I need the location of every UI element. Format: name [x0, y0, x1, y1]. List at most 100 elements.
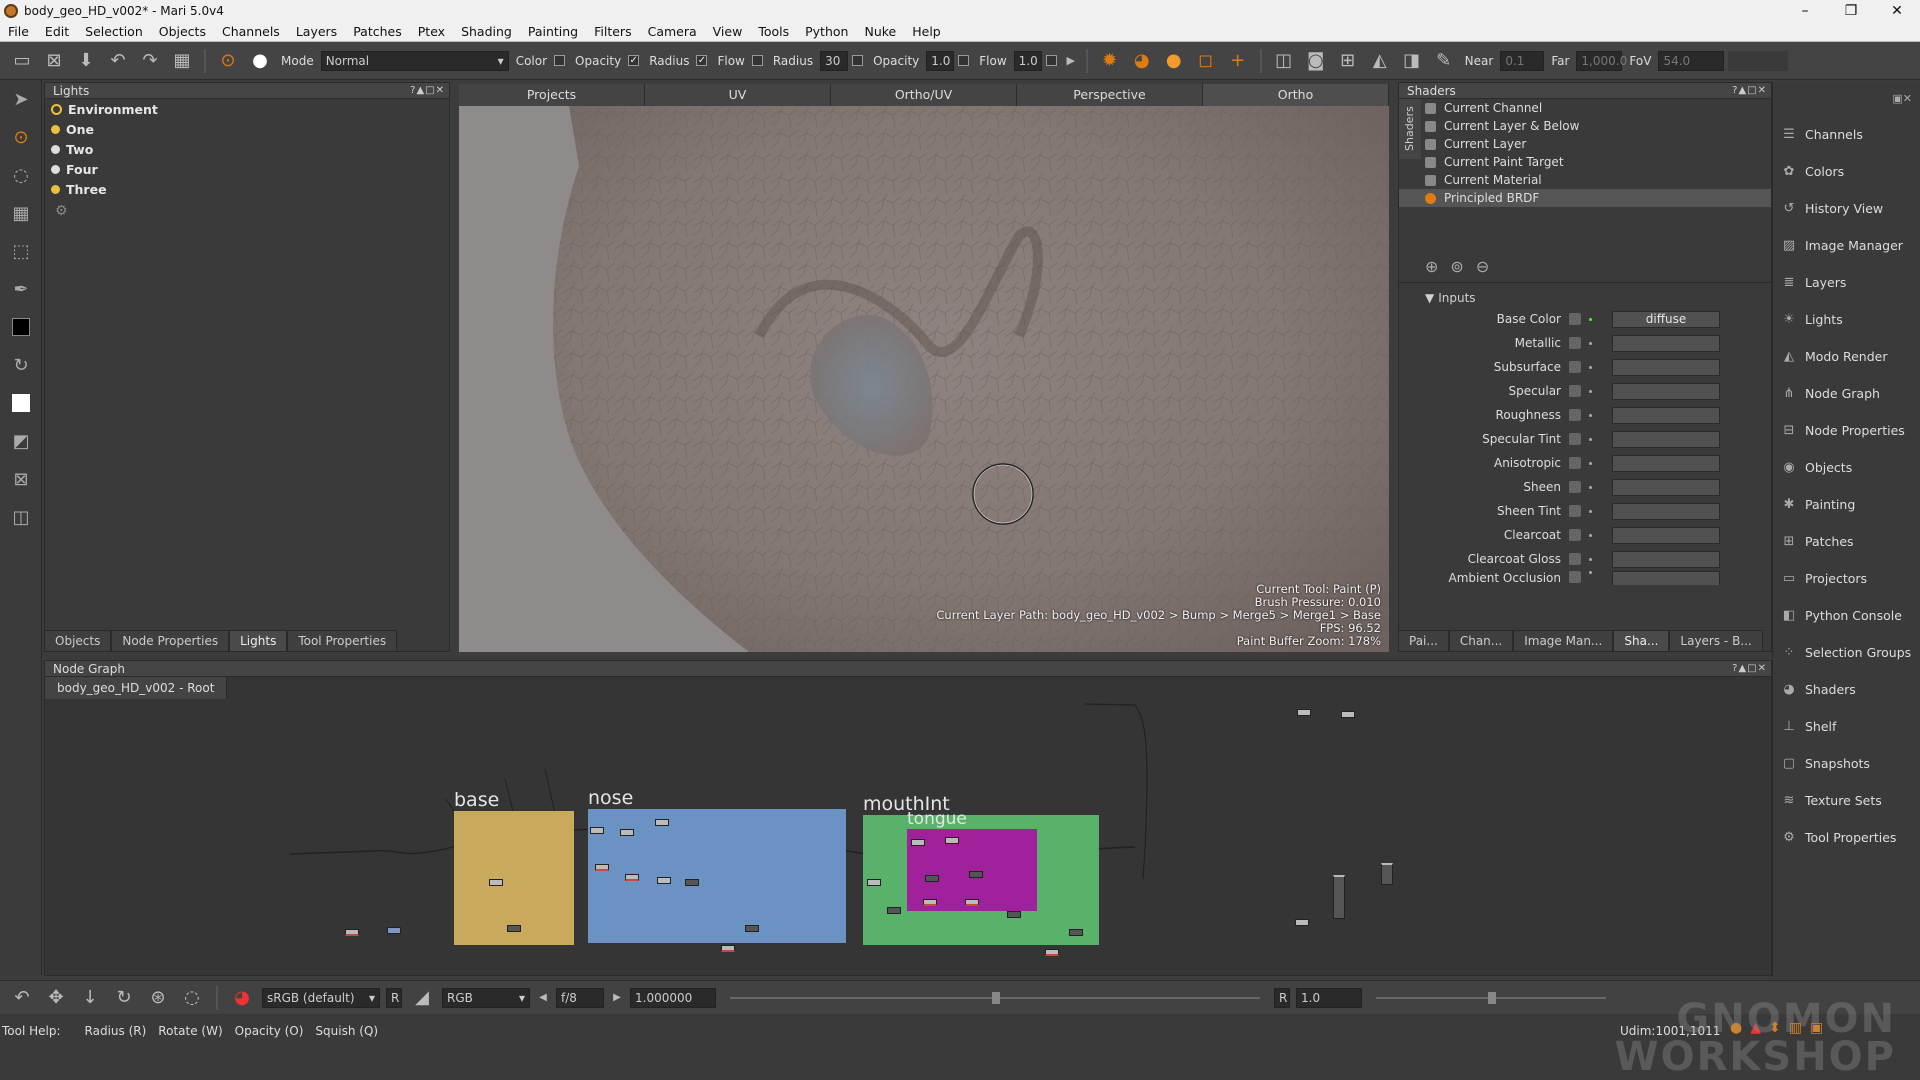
- graph-node[interactable]: [489, 879, 503, 886]
- near-input[interactable]: 0.1: [1500, 50, 1545, 71]
- panel-controls[interactable]: ?▲□✕: [410, 85, 449, 96]
- graph-node[interactable]: [867, 879, 881, 886]
- fov-slider[interactable]: [1728, 50, 1789, 71]
- dock-item-tool-properties[interactable]: ⚙ Tool Properties: [1773, 819, 1920, 856]
- dock-item-selection-groups[interactable]: ⁘ Selection Groups: [1773, 634, 1920, 671]
- dock-controls[interactable]: ▣✕: [1773, 82, 1920, 116]
- tab-lights[interactable]: Lights: [229, 630, 288, 652]
- paint-buffer-icon[interactable]: ◻: [1192, 47, 1220, 75]
- 3d-viewport[interactable]: Current Tool: Paint (P) Brush Pressure: …: [459, 106, 1389, 652]
- tab-ortho-uv[interactable]: Ortho/UV: [831, 84, 1017, 106]
- input-swatch[interactable]: [1569, 505, 1581, 517]
- slider-handle[interactable]: [1488, 991, 1496, 1004]
- dock-item-colors[interactable]: ✿ Colors: [1773, 153, 1920, 190]
- dock-item-projectors[interactable]: ▭ Projectors: [1773, 560, 1920, 597]
- panel-controls[interactable]: ?▲□✕: [1732, 663, 1771, 674]
- menu-channels[interactable]: Channels: [214, 24, 288, 39]
- dock-item-node-properties[interactable]: ⊟ Node Properties: [1773, 412, 1920, 449]
- crosshair-icon[interactable]: +: [1224, 47, 1252, 75]
- graph-node[interactable]: [507, 925, 521, 932]
- undo-arrow-icon[interactable]: ↶: [8, 984, 36, 1012]
- graph-node[interactable]: [590, 827, 604, 834]
- graph-node[interactable]: [965, 899, 979, 906]
- add-shader-icon[interactable]: ⊕: [1425, 257, 1438, 276]
- graph-node[interactable]: [1341, 711, 1355, 718]
- input-value-field[interactable]: [1612, 454, 1720, 472]
- grid-icon[interactable]: ▦: [0, 194, 42, 232]
- light-item-three[interactable]: Three: [45, 179, 449, 199]
- flow-lock-checkbox[interactable]: [958, 55, 970, 66]
- gear-paint-icon[interactable]: ✹: [1096, 47, 1124, 75]
- menu-filters[interactable]: Filters: [586, 24, 639, 39]
- menu-patches[interactable]: Patches: [345, 24, 410, 39]
- undo-icon[interactable]: ↶: [104, 47, 132, 75]
- input-value-field[interactable]: [1612, 526, 1720, 544]
- graph-node[interactable]: [1069, 929, 1083, 936]
- light-item-four[interactable]: Four: [45, 159, 449, 179]
- shader-item-current-material[interactable]: Current Material: [1399, 171, 1771, 189]
- input-swatch[interactable]: [1569, 385, 1581, 397]
- input-value-field[interactable]: diffuse: [1612, 310, 1720, 328]
- graph-node[interactable]: [655, 819, 669, 826]
- graph-node[interactable]: [657, 877, 671, 884]
- move-icon[interactable]: ✥: [42, 984, 70, 1012]
- eyedropper-icon[interactable]: ✒: [0, 270, 42, 308]
- paint-tool-icon[interactable]: ⊙: [0, 118, 42, 156]
- input-value-field[interactable]: [1612, 478, 1720, 496]
- input-value-field[interactable]: [1612, 406, 1720, 424]
- input-value-field[interactable]: [1612, 502, 1720, 520]
- r-button[interactable]: R: [386, 987, 402, 1008]
- radius-input[interactable]: 30: [820, 50, 849, 71]
- brush-icon[interactable]: ●: [246, 47, 274, 75]
- dock-item-shelf[interactable]: ⊥ Shelf: [1773, 708, 1920, 745]
- close-button[interactable]: ✕: [1874, 3, 1920, 19]
- input-value-field[interactable]: [1612, 358, 1720, 376]
- colorspace-dropdown[interactable]: sRGB (default) ▾: [262, 987, 380, 1008]
- light-item-environment[interactable]: Environment: [45, 99, 449, 119]
- dock-item-image-manager[interactable]: ▨ Image Manager: [1773, 227, 1920, 264]
- menu-painting[interactable]: Painting: [520, 24, 586, 39]
- background-color-swatch[interactable]: [0, 384, 42, 422]
- frame-icon[interactable]: ⊞: [1334, 47, 1362, 75]
- graph-node[interactable]: [595, 864, 609, 871]
- menu-edit[interactable]: Edit: [37, 24, 77, 39]
- maximize-button[interactable]: ❐: [1828, 3, 1874, 19]
- graph-node[interactable]: [911, 839, 925, 846]
- tab-shaders[interactable]: Sha...: [1613, 630, 1670, 652]
- graph-node[interactable]: [945, 837, 959, 844]
- layout-icon[interactable]: ◫: [0, 498, 42, 536]
- dock-item-painting[interactable]: ✱ Painting: [1773, 486, 1920, 523]
- input-value-field[interactable]: [1612, 382, 1720, 400]
- menu-python[interactable]: Python: [797, 24, 856, 39]
- select-arrow-icon[interactable]: ➤: [0, 80, 42, 118]
- input-value-field[interactable]: [1612, 334, 1720, 352]
- flow-checkbox[interactable]: ✓: [696, 55, 708, 66]
- menu-view[interactable]: View: [705, 24, 751, 39]
- graph-node[interactable]: [923, 899, 937, 906]
- menu-file[interactable]: File: [0, 24, 37, 39]
- tab-perspective[interactable]: Perspective: [1017, 84, 1203, 106]
- menu-objects[interactable]: Objects: [151, 24, 214, 39]
- input-value-field[interactable]: [1612, 571, 1720, 585]
- fstop-input[interactable]: f/8: [556, 987, 604, 1008]
- gain-slider[interactable]: [730, 991, 1260, 1004]
- dock-item-patches[interactable]: ⊞ Patches: [1773, 523, 1920, 560]
- menu-selection[interactable]: Selection: [77, 24, 151, 39]
- tab-painting[interactable]: Pai...: [1398, 630, 1449, 652]
- play-arrow-icon[interactable]: ▶: [1064, 47, 1078, 75]
- tab-ortho[interactable]: Ortho: [1203, 84, 1389, 106]
- input-swatch[interactable]: [1569, 529, 1581, 541]
- dock-item-history-view[interactable]: ↺ History View: [1773, 190, 1920, 227]
- camera-icon[interactable]: ◙: [1302, 47, 1330, 75]
- foreground-color-swatch[interactable]: [0, 308, 42, 346]
- dock-item-shaders[interactable]: ◕ Shaders: [1773, 671, 1920, 708]
- shader-item-current-layer[interactable]: Current Layer: [1399, 135, 1771, 153]
- input-swatch[interactable]: [1569, 337, 1581, 349]
- shader-item-current-layer-below[interactable]: Current Layer & Below: [1399, 117, 1771, 135]
- save-icon[interactable]: ⬇: [72, 47, 100, 75]
- dock-item-layers[interactable]: ≣ Layers: [1773, 264, 1920, 301]
- fstop-up-icon[interactable]: ▶: [610, 984, 624, 1012]
- graph-node[interactable]: [1295, 919, 1309, 926]
- dock-item-modo-render[interactable]: ◭ Modo Render: [1773, 338, 1920, 375]
- dock-item-texture-sets[interactable]: ≋ Texture Sets: [1773, 782, 1920, 819]
